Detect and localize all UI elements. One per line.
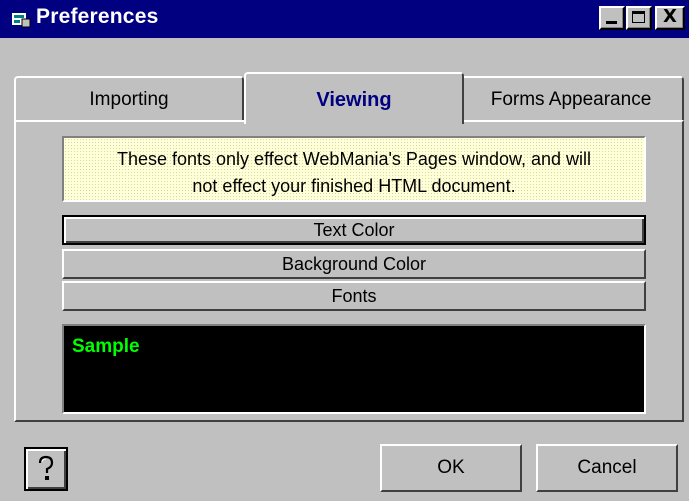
ok-button[interactable]: OK <box>380 444 522 492</box>
minimize-icon <box>606 21 617 24</box>
notice-line-2: not effect your finished HTML document. <box>192 176 516 196</box>
minimize-button[interactable] <box>599 6 625 30</box>
cancel-button[interactable]: Cancel <box>536 444 678 492</box>
text-color-button[interactable]: Text Color <box>62 215 646 245</box>
tab-importing-label: Importing <box>89 89 169 110</box>
tab-forms-appearance[interactable]: Forms Appearance <box>458 76 684 120</box>
active-tab-join <box>246 119 462 123</box>
notice-line-1: These fonts only effect WebMania's Pages… <box>116 149 592 169</box>
fonts-button[interactable]: Fonts <box>62 281 646 311</box>
close-icon: X <box>663 6 677 27</box>
close-button[interactable]: X <box>655 6 685 30</box>
help-button[interactable] <box>24 447 68 491</box>
title-bar[interactable]: Preferences X <box>0 0 689 38</box>
tab-viewing-label: Viewing <box>316 89 392 111</box>
tab-importing[interactable]: Importing <box>14 76 244 120</box>
preferences-window: Preferences X Importing Viewing Forms Ap… <box>0 0 689 501</box>
background-color-button[interactable]: Background Color <box>62 249 646 279</box>
window-title: Preferences <box>36 5 159 28</box>
sample-text: Sample <box>72 336 140 357</box>
sample-preview: Sample <box>62 324 646 414</box>
app-icon <box>12 13 31 28</box>
fonts-notice: These fonts only effect WebMania's Pages… <box>62 136 646 202</box>
maximize-button[interactable] <box>626 6 652 30</box>
help-icon <box>38 455 54 480</box>
tab-forms-appearance-label: Forms Appearance <box>490 89 652 110</box>
tab-viewing[interactable]: Viewing <box>244 72 464 124</box>
maximize-icon <box>632 11 645 23</box>
